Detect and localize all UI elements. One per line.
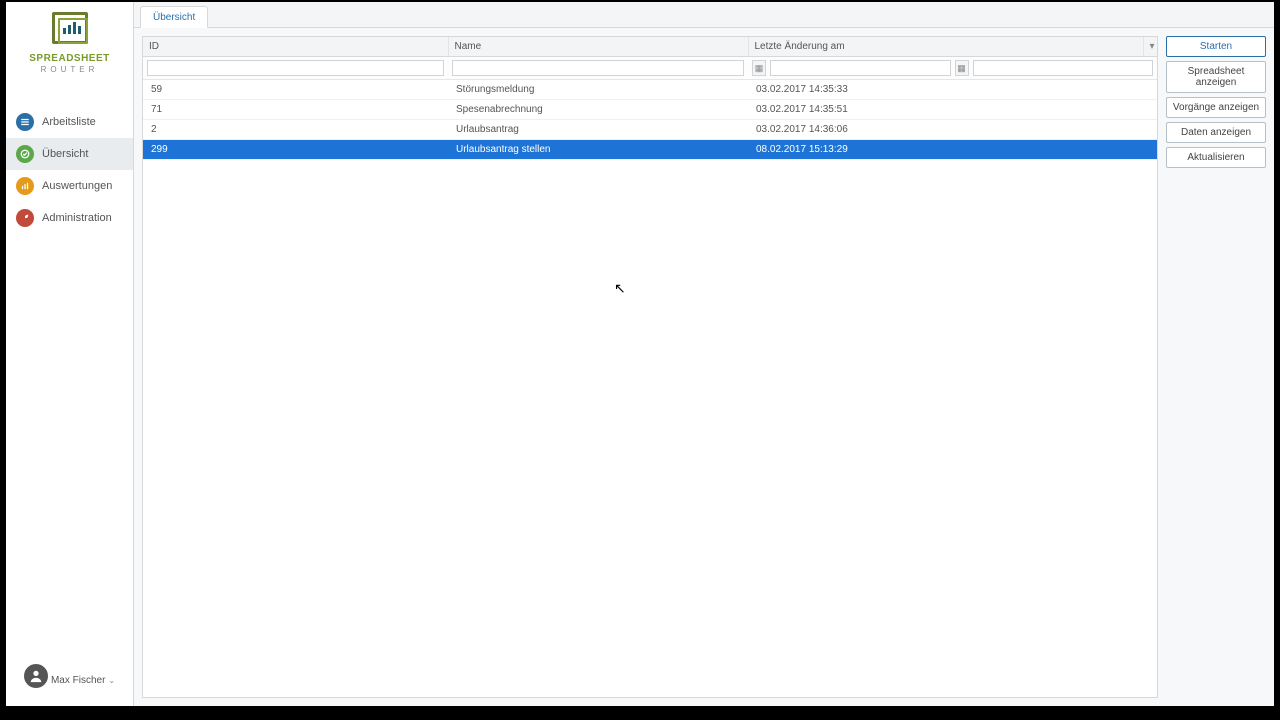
grid: ID Name Letzte Änderung am ▾ ▦ [142, 36, 1158, 698]
cell-date: 03.02.2017 14:36:06 [748, 120, 1143, 140]
cell-name: Urlaubsantrag stellen [448, 140, 748, 160]
sidebar-item-label: Arbeitsliste [42, 116, 96, 128]
sidebar-item-arbeitsliste[interactable]: Arbeitsliste [6, 106, 133, 138]
cell-id: 71 [143, 100, 448, 120]
show-data-button[interactable]: Daten anzeigen [1166, 122, 1266, 143]
grid-table: ID Name Letzte Änderung am ▾ ▦ [143, 37, 1157, 160]
start-button[interactable]: Starten [1166, 36, 1266, 57]
user-menu[interactable]: Max Fischer ⌄ [51, 675, 115, 686]
sidebar-item-label: Administration [42, 212, 112, 224]
show-processes-button[interactable]: Vorgänge anzeigen [1166, 97, 1266, 118]
refresh-button[interactable]: Aktualisieren [1166, 147, 1266, 168]
overview-icon [16, 145, 34, 163]
col-header-date[interactable]: Letzte Änderung am [748, 37, 1143, 57]
sidebar-nav: Arbeitsliste Übersicht Auswertungen Admi… [6, 106, 133, 234]
cell-id: 59 [143, 80, 448, 100]
col-header-id[interactable]: ID [143, 37, 448, 57]
sidebar-footer: Max Fischer ⌄ [6, 654, 133, 706]
table-row[interactable]: 2Urlaubsantrag03.02.2017 14:36:06 [143, 120, 1157, 140]
filter-name-input[interactable] [452, 60, 744, 76]
avatar [24, 664, 48, 688]
user-name: Max Fischer [51, 675, 105, 686]
sidebar-item-uebersicht[interactable]: Übersicht [6, 138, 133, 170]
app-frame: SPREADSHEET ROUTER Arbeitsliste Übersich… [6, 2, 1274, 706]
chevron-down-icon: ⌄ [108, 676, 115, 685]
logo-subtitle: ROUTER [12, 65, 127, 74]
sidebar-item-auswertungen[interactable]: Auswertungen [6, 170, 133, 202]
col-header-name[interactable]: Name [448, 37, 748, 57]
cell-name: Urlaubsantrag [448, 120, 748, 140]
logo-title: SPREADSHEET [12, 53, 127, 64]
grid-header-row: ID Name Letzte Änderung am ▾ [143, 37, 1157, 57]
main: Übersicht ID Name Letzte Änderung am ▾ [134, 2, 1274, 706]
tab-uebersicht[interactable]: Übersicht [140, 6, 208, 28]
cell-date: 03.02.2017 14:35:51 [748, 100, 1143, 120]
sidebar: SPREADSHEET ROUTER Arbeitsliste Übersich… [6, 2, 134, 706]
table-row[interactable]: 71Spesenabrechnung03.02.2017 14:35:51 [143, 100, 1157, 120]
sidebar-item-administration[interactable]: Administration [6, 202, 133, 234]
actions-panel: Starten Spreadsheet anzeigen Vorgänge an… [1166, 36, 1266, 698]
cell-name: Spesenabrechnung [448, 100, 748, 120]
filter-date-to-input[interactable] [973, 60, 1154, 76]
grid-body: 59Störungsmeldung03.02.2017 14:35:3371Sp… [143, 80, 1157, 160]
content: ID Name Letzte Änderung am ▾ ▦ [134, 28, 1274, 706]
filter-id-input[interactable] [147, 60, 444, 76]
table-row[interactable]: 299Urlaubsantrag stellen08.02.2017 15:13… [143, 140, 1157, 160]
sidebar-item-label: Auswertungen [42, 180, 112, 192]
logo-icon [52, 12, 88, 44]
cell-date: 08.02.2017 15:13:29 [748, 140, 1143, 160]
calendar-to-icon[interactable]: ▦ [955, 60, 969, 76]
list-icon [16, 113, 34, 131]
cell-id: 299 [143, 140, 448, 160]
sidebar-item-label: Übersicht [42, 148, 88, 160]
grid-filter-row: ▦ ▦ [143, 57, 1157, 80]
grid-options-icon[interactable]: ▾ [1143, 37, 1157, 57]
filter-date-from-input[interactable] [770, 60, 951, 76]
logo: SPREADSHEET ROUTER [6, 2, 133, 88]
cell-name: Störungsmeldung [448, 80, 748, 100]
show-spreadsheet-button[interactable]: Spreadsheet anzeigen [1166, 61, 1266, 93]
wrench-icon [16, 209, 34, 227]
chart-icon [16, 177, 34, 195]
cell-date: 03.02.2017 14:35:33 [748, 80, 1143, 100]
calendar-from-icon[interactable]: ▦ [752, 60, 766, 76]
tabbar: Übersicht [134, 2, 1274, 28]
table-row[interactable]: 59Störungsmeldung03.02.2017 14:35:33 [143, 80, 1157, 100]
cell-id: 2 [143, 120, 448, 140]
